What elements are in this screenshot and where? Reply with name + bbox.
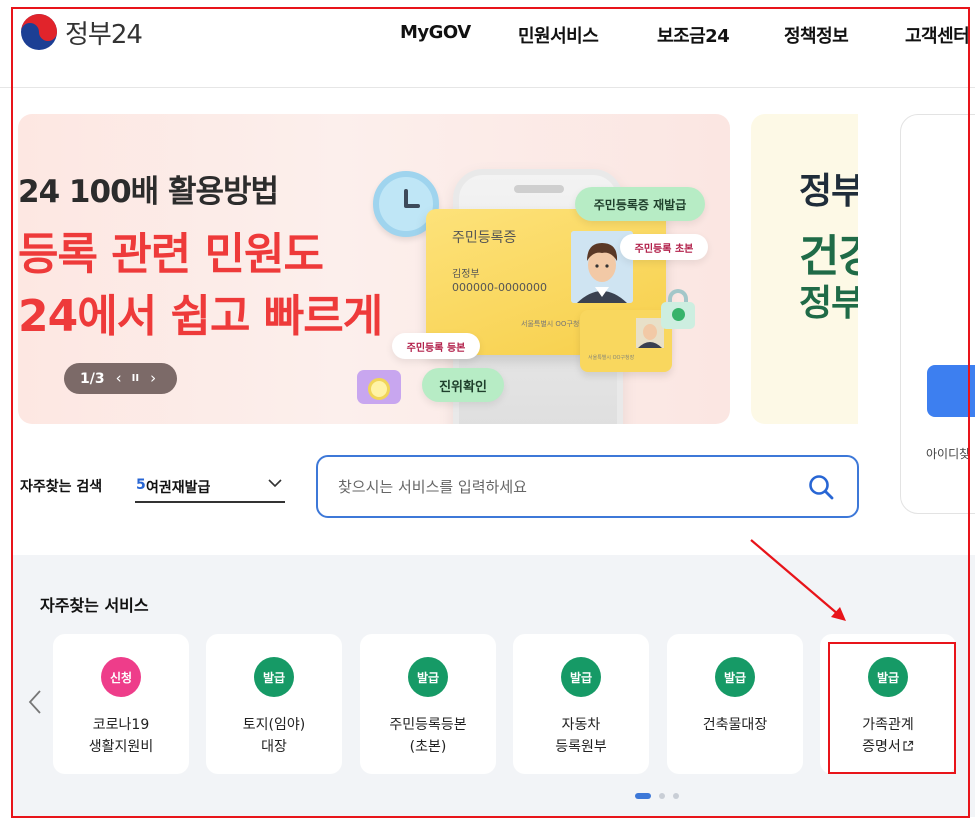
keyword-text: 여권재발급: [146, 480, 211, 496]
service-label-line2: 대장: [261, 739, 287, 755]
small-id-card-illustration: 서울특별시 OO구청장: [580, 310, 672, 372]
banner-pager: 1/3 ‹ II ›: [64, 363, 177, 394]
nav-subsidy24[interactable]: 보조금24: [657, 22, 730, 48]
side-banner-line-3: 정부: [799, 283, 858, 324]
nav-policy-info[interactable]: 정책정보: [784, 22, 849, 48]
service-label-line1: 주민등록등본: [389, 717, 467, 733]
banner-pause-button[interactable]: II: [132, 373, 139, 384]
search-input[interactable]: [338, 475, 788, 499]
banner-next-button[interactable]: ›: [150, 371, 156, 386]
apply-badge: 신청: [101, 657, 141, 697]
login-button[interactable]: [927, 365, 975, 417]
annotation-arrow-icon: [750, 539, 846, 621]
frequent-search-label: 자주찾는 검색: [20, 479, 103, 495]
issue-badge: 발급: [408, 657, 448, 697]
pill-verify: 진위확인: [422, 368, 504, 402]
pill-abstract: 주민등록 초본: [620, 234, 708, 260]
nav-customer-center[interactable]: 고객센터: [905, 22, 970, 48]
main-banner[interactable]: 24 100배 활용방법 등록 관련 민원도 24에서 쉽고 빠르게 1/3 ‹…: [18, 114, 730, 424]
chevron-down-icon: [268, 479, 282, 488]
site-header: 정부24 MyGOV 민원서비스 보조금24 정책정보 고객센터: [0, 0, 975, 88]
service-label-line1: 코로나19: [92, 717, 150, 733]
service-card-land-register[interactable]: 발급 토지(임야) 대장: [206, 634, 342, 774]
camera-icon: [357, 370, 401, 404]
service-card-resident-registration[interactable]: 발급 주민등록등본 (초본): [360, 634, 496, 774]
small-id-card-issuer: 서울특별시 OO구청장: [588, 355, 635, 361]
banner-line-3: 24에서 쉽고 빠르게: [18, 291, 383, 342]
secondary-banner[interactable]: 정부 건강 정부: [751, 114, 858, 424]
pill-id-reissue: 주민등록증 재발급: [575, 187, 705, 221]
side-banner-line-1: 정부: [799, 171, 858, 212]
id-card-issuer: 서울특별시 OO구청장: [521, 320, 586, 328]
service-card-vehicle-register[interactable]: 발급 자동차 등록원부: [513, 634, 649, 774]
banner-line-2: 등록 관련 민원도: [18, 229, 324, 280]
frequent-keyword-select[interactable]: 5 여권재발급: [135, 470, 285, 503]
chevron-left-icon[interactable]: [25, 688, 45, 716]
service-label-line2: 등록원부: [555, 739, 607, 755]
service-label-line2: (초본): [409, 739, 447, 755]
service-label-line1: 건축물대장: [702, 717, 768, 733]
pagination-dot[interactable]: [659, 793, 665, 799]
nav-mygov[interactable]: MyGOV: [400, 22, 471, 43]
pagination-dot-active[interactable]: [635, 793, 651, 799]
nav-civil-service[interactable]: 민원서비스: [518, 22, 599, 48]
pill-resident-copy: 주민등록 등본: [392, 333, 480, 359]
id-card-number: 000000-0000000: [452, 281, 547, 294]
keyword-rank: 5: [136, 477, 146, 493]
search-box: [316, 455, 859, 518]
service-label-line2: 생활지원비: [88, 739, 154, 755]
id-card-title: 주민등록증: [452, 230, 517, 246]
annotation-highlight-box: [828, 642, 956, 774]
main-nav: MyGOV 민원서비스 보조금24 정책정보 고객센터: [0, 22, 975, 48]
service-card-building-register[interactable]: 발급 건축물대장: [667, 634, 803, 774]
banner-line-1: 24 100배 활용방법: [18, 174, 279, 210]
banner-page-indicator: 1/3: [80, 370, 105, 387]
issue-badge: 발급: [254, 657, 294, 697]
login-panel: 아이디찾: [900, 114, 975, 514]
find-id-link[interactable]: 아이디찾: [926, 445, 970, 462]
carousel-pagination: [635, 793, 687, 799]
pagination-dot[interactable]: [673, 793, 679, 799]
service-label-line1: 토지(임야): [242, 717, 306, 733]
service-card-covid-support[interactable]: 신청 코로나19 생활지원비: [53, 634, 189, 774]
lock-icon: [661, 289, 695, 329]
search-icon[interactable]: [807, 473, 835, 501]
issue-badge: 발급: [561, 657, 601, 697]
banner-prev-button[interactable]: ‹: [116, 371, 122, 386]
service-label-line1: 자동차: [561, 717, 601, 733]
id-card-name: 김정부: [452, 269, 480, 280]
issue-badge: 발급: [715, 657, 755, 697]
frequent-services-title: 자주찾는 서비스: [40, 596, 149, 615]
